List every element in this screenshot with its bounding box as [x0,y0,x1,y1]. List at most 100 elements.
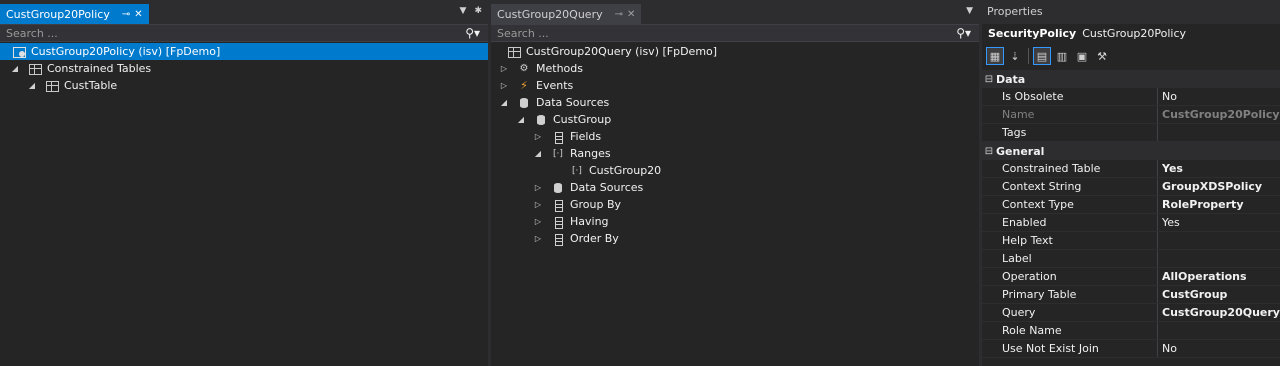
collapse-icon[interactable]: ⊟ [982,74,996,85]
property-row-use-not-exist-join[interactable]: Use Not Exist Join No [982,340,1280,358]
tree-item-order-by[interactable]: ▷ Order By [491,230,979,247]
tree-item-custgroup20[interactable]: [·] CustGroup20 [491,162,979,179]
tree-item-label: Data Sources [536,96,610,109]
tree-item-methods[interactable]: ▷ ⚙ Methods [491,60,979,77]
expand-arrow-icon[interactable]: ▷ [533,132,543,141]
properties-view-icon[interactable]: ▤ [1033,47,1051,65]
property-value[interactable]: No [1158,342,1280,355]
properties-object-header: SecurityPolicy CustGroup20Policy [982,24,1280,44]
collapse-arrow-icon[interactable]: ◢ [27,81,37,90]
tree-item-custtable[interactable]: ◢ CustTable [0,77,488,94]
expand-arrow-icon[interactable]: ▷ [533,234,543,243]
property-row-context-type[interactable]: Context Type RoleProperty [982,196,1280,214]
expand-arrow-icon[interactable]: ▷ [533,200,543,209]
methods-icon: ⚙ [519,62,529,74]
range-icon: [·] [572,165,582,176]
property-name: Name [982,106,1158,123]
search-input[interactable] [497,26,897,40]
tree-item-events[interactable]: ▷ ⚡ Events [491,77,979,94]
expand-arrow-icon[interactable]: ▷ [499,81,509,90]
categorized-icon[interactable]: ▦ [986,47,1004,65]
property-row-name[interactable]: Name CustGroup20Policy [982,106,1280,124]
collapse-arrow-icon[interactable]: ◢ [533,149,543,158]
tree-item-having[interactable]: ▷ Having [491,213,979,230]
events-view-icon[interactable]: ▥ [1053,47,1071,65]
pin-icon[interactable]: ⊸ [615,9,623,20]
tab-title: CustGroup20Query [497,7,603,21]
dropdown-icon[interactable]: ▼ [460,6,467,16]
query-icon [507,46,521,58]
expand-arrow-icon[interactable]: ▷ [533,217,543,226]
property-name: Constrained Table [982,160,1158,177]
wrench-icon[interactable]: ⚒ [1093,47,1111,65]
property-value[interactable]: AllOperations [1158,270,1280,283]
tree-item-fields[interactable]: ▷ Fields [491,128,979,145]
tree-item-constrained-tables[interactable]: ◢ Constrained Tables [0,60,488,77]
gear-icon[interactable]: ✱ [474,6,482,16]
sort-alphabetical-icon[interactable]: ⇣ [1006,47,1024,65]
category-label: Data [996,72,1026,86]
property-row-primary-table[interactable]: Primary Table CustGroup [982,286,1280,304]
property-value[interactable]: No [1158,90,1280,103]
property-name: Tags [982,124,1158,141]
tree-item-custgroup[interactable]: ◢ CustGroup [491,111,979,128]
pin-icon[interactable]: ⊸ [122,9,130,20]
database-icon [534,114,548,126]
tab-custgroup20query[interactable]: CustGroup20Query ⊸ ✕ [491,4,642,24]
mid-search-box: ⚲▾ [491,24,979,42]
properties-title: Properties [982,0,1280,24]
property-row-is-obsolete[interactable]: Is Obsolete No [982,88,1280,106]
property-row-constrained-table[interactable]: Constrained Table Yes [982,160,1280,178]
property-row-role-name[interactable]: Role Name [982,322,1280,340]
database-icon [551,182,565,194]
property-row-enabled[interactable]: Enabled Yes [982,214,1280,232]
search-icon[interactable]: ⚲▾ [956,26,971,40]
property-row-query[interactable]: Query CustGroup20Query [982,304,1280,322]
tab-custgroup20policy[interactable]: CustGroup20Policy ⊸ ✕ [0,4,149,24]
properties-toolbar: ▦ ⇣ ▤ ▥ ▣ ⚒ [982,44,1280,68]
tree-item-ranges[interactable]: ◢ [·] Ranges [491,145,979,162]
search-icon[interactable]: ⚲▾ [465,26,480,40]
tab-bar-actions: ▼ [966,6,973,16]
tree-item-policy-root[interactable]: CustGroup20Policy (isv) [FpDemo] [0,43,488,60]
table-icon [28,63,42,75]
property-row-tags[interactable]: Tags [982,124,1280,142]
query-designer-pane: CustGroup20Query ⊸ ✕ ▼ ⚲▾ CustGroup20Que… [491,0,979,366]
property-row-context-string[interactable]: Context String GroupXDSPolicy [982,178,1280,196]
property-pages-icon[interactable]: ▣ [1073,47,1091,65]
property-value[interactable]: RoleProperty [1158,198,1280,211]
property-value[interactable]: Yes [1158,216,1280,229]
collapse-icon[interactable]: ⊟ [982,146,996,157]
tree-item-query-root[interactable]: CustGroup20Query (isv) [FpDemo] [491,43,979,60]
tree-item-data-sources[interactable]: ◢ Data Sources [491,94,979,111]
property-value[interactable]: CustGroup [1158,288,1280,301]
close-icon[interactable]: ✕ [627,9,635,20]
tree-item-group-by[interactable]: ▷ Group By [491,196,979,213]
property-name: Enabled [982,214,1158,231]
search-input[interactable] [6,26,406,40]
property-value: CustGroup20Policy [1162,108,1280,121]
collapse-arrow-icon[interactable]: ◢ [516,115,526,124]
expand-arrow-icon[interactable]: ▷ [499,64,509,73]
property-value[interactable]: CustGroup20Query [1158,306,1280,319]
property-row-help-text[interactable]: Help Text [982,232,1280,250]
query-tree: CustGroup20Query (isv) [FpDemo] ▷ ⚙ Meth… [491,42,979,247]
category-data[interactable]: ⊟ Data [982,70,1280,88]
property-row-label[interactable]: Label [982,250,1280,268]
property-name: Context Type [982,196,1158,213]
property-row-operation[interactable]: Operation AllOperations [982,268,1280,286]
expand-arrow-icon[interactable]: ▷ [533,183,543,192]
dropdown-icon[interactable]: ▼ [966,6,973,16]
property-value[interactable]: Yes [1158,162,1280,175]
tree-item-label: Order By [570,232,619,245]
mid-tab-bar: CustGroup20Query ⊸ ✕ ▼ [491,0,979,24]
database-icon [517,97,531,109]
lightning-icon: ⚡ [520,78,528,92]
collapse-arrow-icon[interactable]: ◢ [10,64,20,73]
fields-icon [551,131,565,144]
tree-item-nested-data-sources[interactable]: ▷ Data Sources [491,179,979,196]
close-icon[interactable]: ✕ [134,9,142,20]
property-value[interactable]: GroupXDSPolicy [1158,180,1280,193]
category-general[interactable]: ⊟ General [982,142,1280,160]
collapse-arrow-icon[interactable]: ◢ [499,98,509,107]
